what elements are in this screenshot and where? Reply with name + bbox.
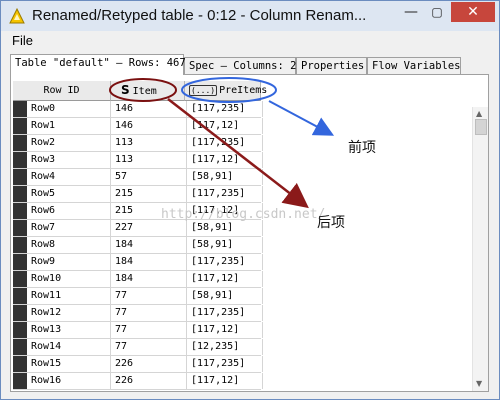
annotation-back-label: 后项: [317, 215, 345, 231]
tab-table[interactable]: Table "default" – Rows: 467: [10, 54, 186, 75]
preitems-highlight-ellipse: [181, 77, 277, 103]
application-window: Renamed/Retyped table - 0:12 - Column Re…: [0, 0, 500, 400]
item-highlight-ellipse: [109, 78, 177, 102]
annotation-front-label: 前项: [348, 140, 376, 156]
front-arrow: [268, 100, 335, 136]
back-arrow: [167, 98, 309, 209]
